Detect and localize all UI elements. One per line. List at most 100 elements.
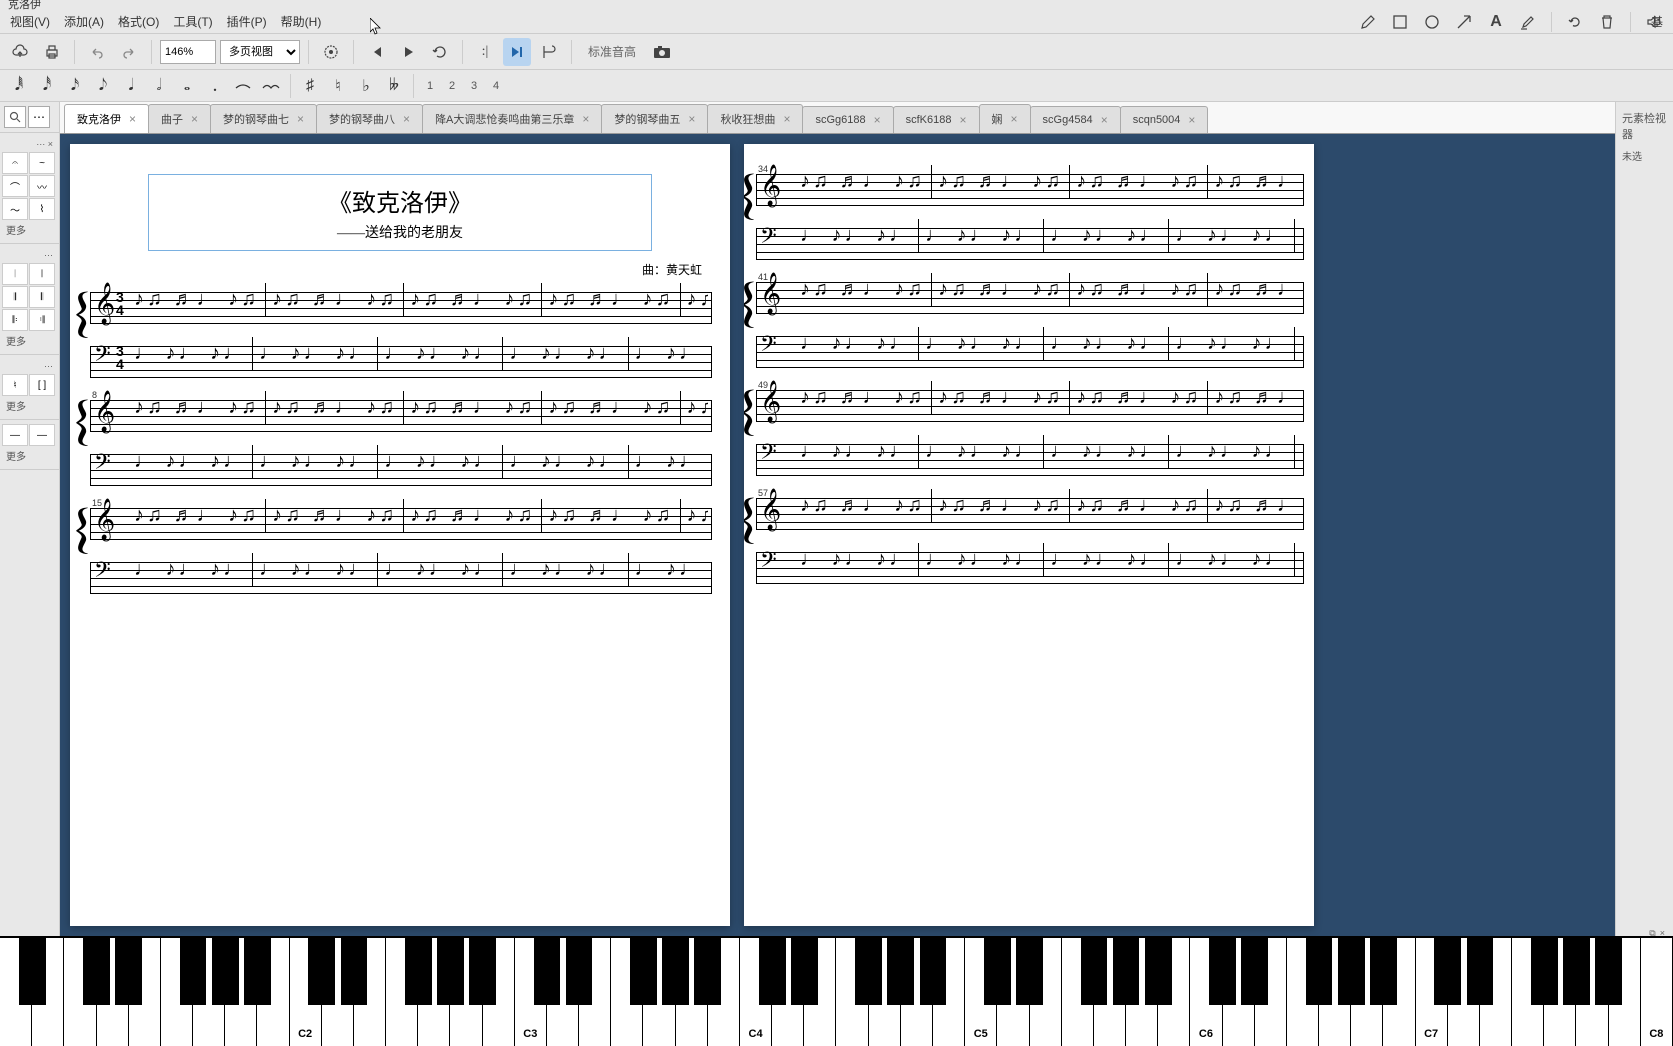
palette-item[interactable]: — [2, 424, 28, 446]
time-signature[interactable]: 34 [116, 345, 124, 370]
palette-item[interactable]: 𝄂 [2, 286, 28, 308]
score-page-1[interactable]: 《致克洛伊》 ——送给我的老朋友 曲：黄天虹 𝄔𝄞34♪♫ ♬♩ ♪♫♪♫ ♬♩… [70, 144, 730, 926]
undo-overlay-icon[interactable] [1566, 13, 1584, 31]
staff-system[interactable]: 𝄔𝄞34♪♫ ♬♩ ♪♫♪♫ ♬♩ ♪♫♪♫ ♬♩ ♪♫♪♫ ♬♩ ♪♫♪♫ ♬… [88, 292, 712, 378]
voice-1[interactable]: 1 [420, 75, 440, 97]
tab-close-icon[interactable]: × [686, 112, 697, 126]
black-key[interactable] [405, 938, 432, 1005]
bass-staff[interactable]: 𝄢34♩ ♪♩ ♪♩♩ ♪♩ ♪♩♩ ♪♩ ♪♩♩ ♪♩ ♪♩♩ ♪♩ ♪♩♩ … [90, 346, 712, 378]
palette-item[interactable]: [ ] [29, 374, 55, 396]
black-key[interactable] [1145, 938, 1172, 1005]
play-button[interactable] [394, 38, 422, 66]
black-key[interactable] [1563, 938, 1590, 1005]
pencil-icon[interactable] [1359, 13, 1377, 31]
palette-more-button[interactable]: 更多 [2, 446, 57, 465]
black-key[interactable] [630, 938, 657, 1005]
undo-button[interactable] [83, 38, 111, 66]
treble-staff[interactable]: 𝄞34♪♫ ♬♩ ♪♫♪♫ ♬♩ ♪♫♪♫ ♬♩ ♪♫♪♫ ♬♩ ♪♫♪♫ ♬♩… [90, 292, 712, 324]
palette-item[interactable]: 𝄀 [2, 263, 28, 285]
black-key[interactable] [1338, 938, 1365, 1005]
black-key[interactable] [437, 938, 464, 1005]
camera-button[interactable] [648, 38, 676, 66]
document-tab[interactable]: 娴× [979, 104, 1031, 133]
notes[interactable]: ♪♫ ♬♩ ♪♫♪♫ ♬♩ ♪♫♪♫ ♬♩ ♪♫♪♫ ♬♩ ♪♫♪♫ ♬♩ ♪♫… [800, 379, 1300, 429]
tab-close-icon[interactable]: × [872, 113, 883, 127]
black-key[interactable] [1595, 938, 1622, 1005]
menu-format[interactable]: 格式(O) [112, 11, 165, 32]
note-whole[interactable]: 𝅝 [174, 73, 200, 99]
black-key[interactable] [887, 938, 914, 1005]
staff-system[interactable]: 𝄔15𝄞♪♫ ♬♩ ♪♫♪♫ ♬♩ ♪♫♪♫ ♬♩ ♪♫♪♫ ♬♩ ♪♫♪♫ ♬… [88, 508, 712, 594]
notes[interactable]: ♩ ♪♩ ♪♩♩ ♪♩ ♪♩♩ ♪♩ ♪♩♩ ♪♩ ♪♩♩ ♪♩ ♪♩♩ ♪♩ … [134, 551, 708, 601]
notes[interactable]: ♪♫ ♬♩ ♪♫♪♫ ♬♩ ♪♫♪♫ ♬♩ ♪♫♪♫ ♬♩ ♪♫♪♫ ♬♩ ♪♫… [800, 487, 1300, 537]
rewind-button[interactable] [362, 38, 390, 66]
bass-staff[interactable]: 𝄢♩ ♪♩ ♪♩♩ ♪♩ ♪♩♩ ♪♩ ♪♩♩ ♪♩ ♪♩♩ ♪♩ ♪♩♩ ♪♩… [756, 444, 1304, 476]
bass-staff[interactable]: 𝄢♩ ♪♩ ♪♩♩ ♪♩ ♪♩♩ ♪♩ ♪♩♩ ♪♩ ♪♩♩ ♪♩ ♪♩♩ ♪♩… [756, 552, 1304, 584]
black-key[interactable] [212, 938, 239, 1005]
document-tab[interactable]: scqn5004× [1120, 106, 1209, 133]
notes[interactable]: ♪♫ ♬♩ ♪♫♪♫ ♬♩ ♪♫♪♫ ♬♩ ♪♫♪♫ ♬♩ ♪♫♪♫ ♬♩ ♪♫… [134, 497, 708, 547]
notes[interactable]: ♩ ♪♩ ♪♩♩ ♪♩ ♪♩♩ ♪♩ ♪♩♩ ♪♩ ♪♩♩ ♪♩ ♪♩♩ ♪♩ … [134, 443, 708, 493]
treble-staff[interactable]: 𝄞♪♫ ♬♩ ♪♫♪♫ ♬♩ ♪♫♪♫ ♬♩ ♪♫♪♫ ♬♩ ♪♫♪♫ ♬♩ ♪… [90, 400, 712, 432]
note-8th[interactable]: 𝅘𝅥𝅮 [90, 73, 116, 99]
document-tab[interactable]: 梦的钢琴曲五× [601, 104, 708, 133]
black-key[interactable] [1113, 938, 1140, 1005]
black-key[interactable] [1467, 938, 1494, 1005]
note-dot[interactable]: . [202, 73, 228, 99]
treble-staff[interactable]: 𝄞♪♫ ♬♩ ♪♫♪♫ ♬♩ ♪♫♪♫ ♬♩ ♪♫♪♫ ♬♩ ♪♫♪♫ ♬♩ ♪… [756, 390, 1304, 422]
notes[interactable]: ♩ ♪♩ ♪♩♩ ♪♩ ♪♩♩ ♪♩ ♪♩♩ ♪♩ ♪♩♩ ♪♩ ♪♩♩ ♪♩ … [134, 335, 708, 385]
slur-button[interactable] [258, 73, 284, 99]
black-key[interactable] [1209, 938, 1236, 1005]
bass-staff[interactable]: 𝄢♩ ♪♩ ♪♩♩ ♪♩ ♪♩♩ ♪♩ ♪♩♩ ♪♩ ♪♩♩ ♪♩ ♪♩♩ ♪♩… [756, 228, 1304, 260]
bass-staff[interactable]: 𝄢♩ ♪♩ ♪♩♩ ♪♩ ♪♩♩ ♪♩ ♪♩♩ ♪♩ ♪♩♩ ♪♩ ♪♩♩ ♪♩… [756, 336, 1304, 368]
palette-item[interactable]: ⌒ [2, 175, 28, 197]
treble-staff[interactable]: 𝄞♪♫ ♬♩ ♪♫♪♫ ♬♩ ♪♫♪♫ ♬♩ ♪♫♪♫ ♬♩ ♪♫♪♫ ♬♩ ♪… [756, 174, 1304, 206]
arrow-icon[interactable] [1455, 13, 1473, 31]
flat-button[interactable]: ♭ [353, 73, 379, 99]
black-key[interactable] [759, 938, 786, 1005]
document-tab[interactable]: 秋收狂想曲× [707, 104, 803, 133]
tab-close-icon[interactable]: × [127, 112, 138, 126]
palette-more-button[interactable]: 更多 [2, 220, 57, 239]
repeat-start-button[interactable]: :| [471, 38, 499, 66]
notes[interactable]: ♪♫ ♬♩ ♪♫♪♫ ♬♩ ♪♫♪♫ ♬♩ ♪♫♪♫ ♬♩ ♪♫♪♫ ♬♩ ♪♫… [134, 281, 708, 331]
tie-button[interactable] [230, 73, 256, 99]
black-key[interactable] [791, 938, 818, 1005]
tab-close-icon[interactable]: × [295, 112, 306, 126]
staff-system[interactable]: 𝄔34𝄞♪♫ ♬♩ ♪♫♪♫ ♬♩ ♪♫♪♫ ♬♩ ♪♫♪♫ ♬♩ ♪♫♪♫ ♬… [754, 174, 1304, 260]
cloud-button[interactable] [6, 38, 34, 66]
tab-close-icon[interactable]: × [958, 113, 969, 127]
score-title[interactable]: 《致克洛伊》 [169, 183, 631, 218]
note-half[interactable]: 𝅗𝅥 [146, 73, 172, 99]
menu-view[interactable]: 视图(V) [4, 11, 56, 32]
notes[interactable]: ♩ ♪♩ ♪♩♩ ♪♩ ♪♩♩ ♪♩ ♪♩♩ ♪♩ ♪♩♩ ♪♩ ♪♩♩ ♪♩ … [800, 541, 1300, 591]
black-key[interactable] [662, 938, 689, 1005]
black-key[interactable] [83, 938, 110, 1005]
black-key[interactable] [920, 938, 947, 1005]
trash-icon[interactable] [1598, 13, 1616, 31]
notes[interactable]: ♩ ♪♩ ♪♩♩ ♪♩ ♪♩♩ ♪♩ ♪♩♩ ♪♩ ♪♩♩ ♪♩ ♪♩♩ ♪♩ … [800, 325, 1300, 375]
palette-ellipsis-button[interactable]: ⋯ [28, 106, 50, 128]
palette-item[interactable]: 〰 [29, 175, 55, 197]
black-key[interactable] [341, 938, 368, 1005]
notes[interactable]: ♪♫ ♬♩ ♪♫♪♫ ♬♩ ♪♫♪♫ ♬♩ ♪♫♪♫ ♬♩ ♪♫♪♫ ♬♩ ♪♫… [134, 389, 708, 439]
zoom-select[interactable] [160, 40, 216, 64]
treble-staff[interactable]: 𝄞♪♫ ♬♩ ♪♫♪♫ ♬♩ ♪♫♪♫ ♬♩ ♪♫♪♫ ♬♩ ♪♫♪♫ ♬♩ ♪… [90, 508, 712, 540]
black-key[interactable] [115, 938, 142, 1005]
tab-close-icon[interactable]: × [1009, 112, 1020, 126]
time-signature[interactable]: 34 [116, 291, 124, 316]
black-key[interactable] [566, 938, 593, 1005]
document-tab[interactable]: 梦的钢琴曲八× [316, 104, 423, 133]
black-key[interactable] [1241, 938, 1268, 1005]
text-icon[interactable]: A [1487, 13, 1505, 31]
tab-close-icon[interactable]: × [580, 112, 591, 126]
speaker-icon[interactable] [1645, 13, 1663, 31]
score-viewport[interactable]: 《致克洛伊》 ——送给我的老朋友 曲：黄天虹 𝄔𝄞34♪♫ ♬♩ ♪♫♪♫ ♬♩… [60, 134, 1615, 936]
menu-tools[interactable]: 工具(T) [167, 11, 218, 32]
note-64th[interactable]: 𝅘𝅥𝅱 [6, 73, 32, 99]
black-key[interactable] [1370, 938, 1397, 1005]
document-tab[interactable]: scfK6188× [893, 106, 980, 133]
black-key[interactable] [694, 938, 721, 1005]
redo-button[interactable] [115, 38, 143, 66]
view-mode-select[interactable]: 多页视图 [220, 40, 300, 64]
